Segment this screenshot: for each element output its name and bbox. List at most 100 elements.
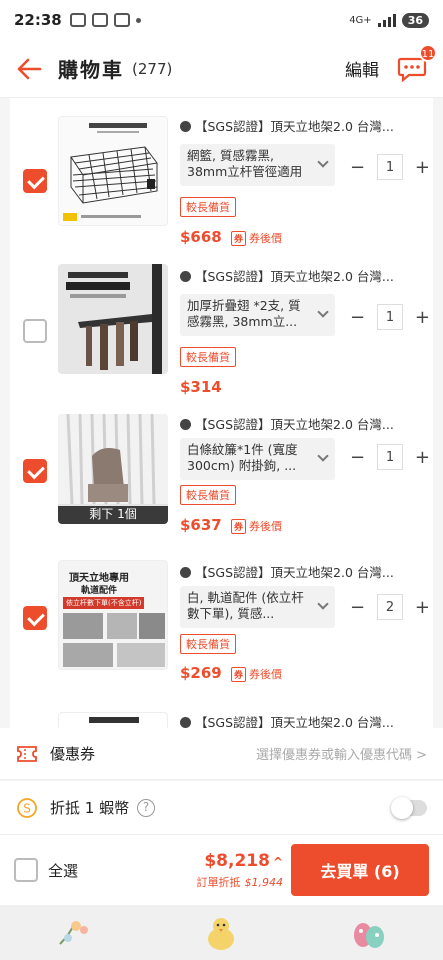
chevron-down-icon: [317, 450, 329, 462]
thumb-title: 頂天立地專用: [69, 573, 129, 584]
variant-selector[interactable]: 加厚折疊翅 *2支, 質感霧黑, 38mm立...: [180, 294, 335, 336]
product-title[interactable]: 【SGS認證】頂天立地架2.0 台灣...: [180, 414, 430, 433]
svg-text:S: S: [23, 801, 31, 815]
smile-icon: [180, 419, 191, 430]
variant-selector[interactable]: 白, 軌道配件 (依立杆數下單), 質感...: [180, 586, 335, 628]
cart-item: 【SGS認證】頂天立地架2.0 台灣... 網籃, 質感霧黑, 38mm立杆管徑…: [10, 108, 433, 258]
chat-badge: 11: [419, 43, 437, 62]
decrease-button[interactable]: −: [350, 307, 365, 328]
flower-sticker-icon[interactable]: [54, 916, 94, 950]
quantity-input[interactable]: 1: [377, 154, 403, 180]
battery-indicator: 36: [401, 12, 429, 28]
page-title: 購物車: [58, 58, 124, 82]
variant-text: 白條紋簾*1件 (寬度300cm) 附掛鉤, ...: [187, 442, 298, 473]
product-image: [58, 712, 168, 728]
quantity-stepper: − 1 +: [350, 152, 430, 182]
backorder-tag: 較長備貨: [180, 485, 236, 505]
chick-sticker-icon[interactable]: [201, 913, 241, 953]
order-totals[interactable]: $8,218 ^ 訂單折抵 $1,944: [197, 851, 284, 890]
cart-item: 剩下 1個 【SGS認證】頂天立地架2.0 台灣... 白條紋簾*1件 (寬度3…: [10, 408, 433, 558]
coupon-price-label: 券券後價: [230, 666, 282, 682]
cart-header: 購物車 (277) 編輯 11: [0, 40, 443, 98]
cart-item: 【SGS認證】頂天立地架2.0 台灣...: [10, 708, 433, 728]
product-image: [58, 264, 168, 374]
chevron-down-icon: [317, 598, 329, 610]
product-title[interactable]: 【SGS認證】頂天立地架2.0 台灣...: [180, 562, 430, 581]
decrease-button[interactable]: −: [350, 597, 365, 618]
item-price: $637 券券後價: [180, 516, 282, 534]
item-checkbox[interactable]: [23, 606, 47, 630]
item-checkbox[interactable]: [23, 459, 47, 483]
cart-item: 頂天立地專用 軌道配件 依立杆數下單(不含立杆) 【SGS認證】頂天立地架2.0…: [10, 558, 433, 708]
quantity-stepper: − 1 +: [350, 302, 430, 332]
product-thumb-partial: [89, 717, 139, 723]
quantity-stepper: − 2 +: [350, 592, 430, 622]
variant-text: 白, 軌道配件 (依立杆數下單), 質感...: [187, 590, 304, 621]
product-image: 剩下 1個: [58, 414, 168, 524]
voucher-label: 優惠券: [50, 745, 96, 763]
increase-button[interactable]: +: [415, 447, 430, 468]
product-title[interactable]: 【SGS認證】頂天立地架2.0 台灣...: [180, 712, 430, 728]
product-title[interactable]: 【SGS認證】頂天立地架2.0 台灣...: [180, 116, 430, 135]
coins-toggle[interactable]: [391, 796, 427, 819]
more-notifications-icon: [135, 17, 141, 23]
backorder-tag: 較長備貨: [180, 634, 236, 654]
voucher-icon: [17, 745, 37, 762]
backorder-tag: 較長備貨: [180, 197, 236, 217]
increase-button[interactable]: +: [415, 597, 430, 618]
cart-item: 【SGS認證】頂天立地架2.0 台灣... 加厚折疊翅 *2支, 質感霧黑, 3…: [10, 258, 433, 408]
game-notification-icon: [91, 13, 108, 27]
product-image: [58, 116, 168, 226]
chevron-down-icon: [317, 306, 329, 318]
item-price: $314: [180, 378, 222, 396]
stock-left-caption: 剩下 1個: [89, 507, 137, 521]
product-title[interactable]: 【SGS認證】頂天立地架2.0 台灣...: [180, 266, 430, 285]
quantity-input[interactable]: 2: [377, 594, 403, 620]
coins-row: S 折抵 1 蝦幣 ?: [0, 781, 443, 835]
item-price: $668 券券後價: [180, 228, 282, 246]
select-all-label[interactable]: 全選: [48, 860, 78, 881]
quantity-input[interactable]: 1: [377, 444, 403, 470]
notification-icons: [69, 13, 141, 27]
edit-button[interactable]: 編輯: [345, 56, 379, 81]
checkout-button[interactable]: 去買單 (6): [291, 844, 429, 896]
decrease-button[interactable]: −: [350, 157, 365, 178]
variant-text: 網籃, 質感霧黑, 38mm立杆管徑適用: [187, 148, 303, 179]
item-checkbox[interactable]: [23, 169, 47, 193]
variant-text: 加厚折疊翅 *2支, 質感霧黑, 38mm立...: [187, 298, 301, 329]
coin-icon: S: [17, 797, 37, 818]
status-bar: 22:38 4G+ 36: [0, 0, 443, 40]
increase-button[interactable]: +: [415, 157, 430, 178]
smile-icon: [180, 567, 191, 578]
select-all-checkbox[interactable]: [14, 858, 38, 882]
status-time: 22:38: [14, 11, 62, 29]
photo-notification-icon: [69, 13, 86, 27]
back-button[interactable]: [0, 40, 58, 98]
network-type: 4G+: [349, 14, 372, 26]
increase-button[interactable]: +: [415, 307, 430, 328]
checkout-bar: 全選 $8,218 ^ 訂單折抵 $1,944 去買單 (6): [0, 835, 443, 905]
chat-button[interactable]: 11: [397, 43, 437, 82]
help-icon[interactable]: ?: [137, 798, 156, 817]
easter-eggs-icon[interactable]: [349, 915, 389, 951]
folding-hook-image: [58, 264, 168, 374]
coupon-icon: 券: [230, 667, 246, 682]
smile-icon: [180, 121, 191, 132]
coupon-price-label: 券券後價: [230, 518, 282, 534]
chevron-down-icon: [317, 156, 329, 168]
cart-item-list: 【SGS認證】頂天立地架2.0 台灣... 網籃, 質感霧黑, 38mm立杆管徑…: [10, 98, 433, 728]
coupon-icon: 券: [230, 231, 246, 246]
variant-selector[interactable]: 白條紋簾*1件 (寬度300cm) 附掛鉤, ...: [180, 438, 335, 480]
order-discount: 訂單折抵 $1,944: [196, 875, 284, 889]
quantity-input[interactable]: 1: [377, 304, 403, 330]
smile-icon: [180, 271, 191, 282]
item-checkbox[interactable]: [23, 319, 47, 343]
thumb-red-label: 依立杆數下單(不含立杆): [63, 597, 145, 609]
smile-icon: [180, 717, 191, 728]
voucher-hint: 選擇優惠券或輸入優惠代碼 >: [255, 748, 427, 763]
coupon-icon: 券: [230, 519, 246, 534]
backorder-tag: 較長備貨: [180, 347, 236, 367]
voucher-row[interactable]: 優惠券 選擇優惠券或輸入優惠代碼 >: [0, 728, 443, 780]
variant-selector[interactable]: 網籃, 質感霧黑, 38mm立杆管徑適用: [180, 144, 335, 186]
decrease-button[interactable]: −: [350, 447, 365, 468]
